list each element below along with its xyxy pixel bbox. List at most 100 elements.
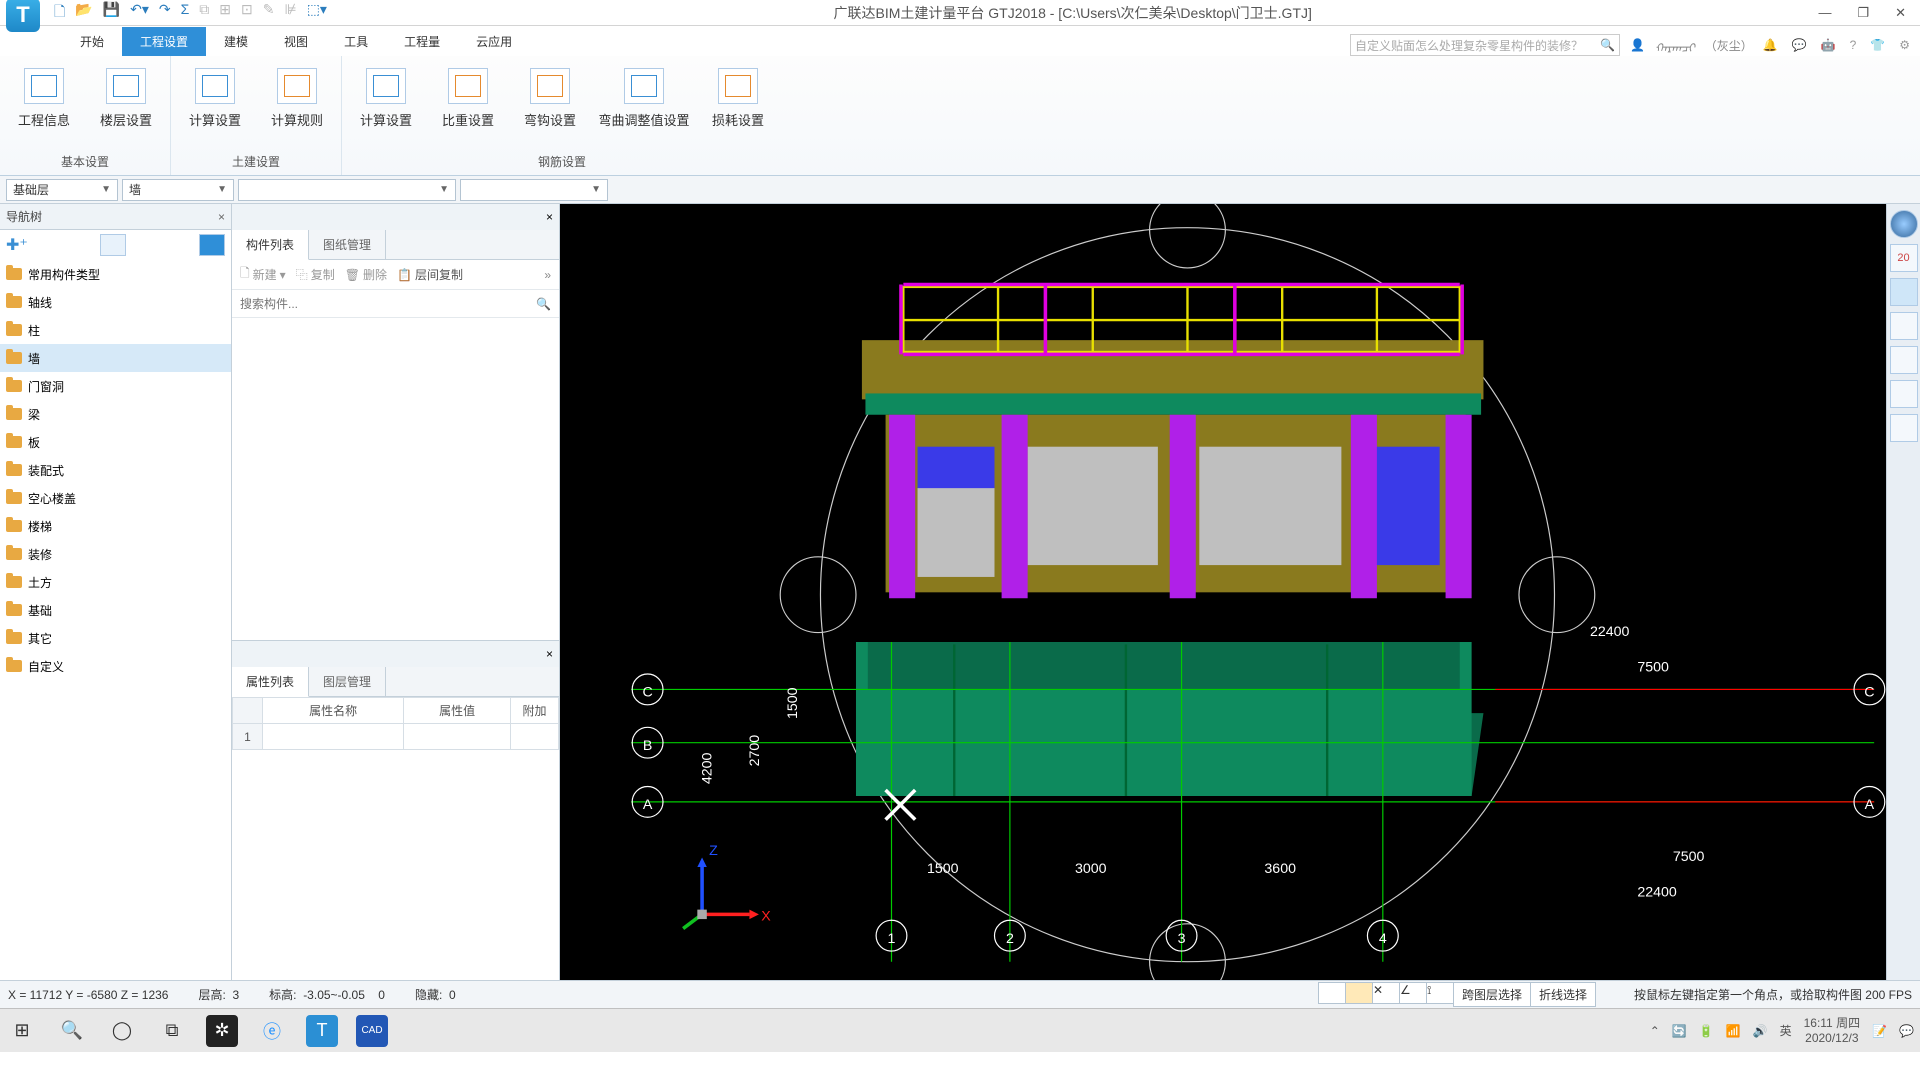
btn-hook-settings[interactable]: 弯钩设置 (512, 64, 588, 133)
more-icon[interactable]: » (544, 268, 551, 282)
rt-view-3d[interactable] (1890, 278, 1918, 306)
qat-undo-icon[interactable]: ↶▾ (130, 1, 149, 25)
cortana-icon[interactable]: ◯ (106, 1015, 138, 1047)
nav-tree[interactable]: 常用构件类型轴线柱墙门窗洞梁板装配式空心楼盖楼梯装修土方基础其它自定义 (0, 260, 231, 980)
close-icon[interactable]: ✕ (1895, 5, 1906, 21)
category-select[interactable]: 墙▼ (122, 179, 234, 201)
component-search-icon[interactable]: 🔍 (536, 297, 551, 311)
edge-icon[interactable]: ⓔ (256, 1015, 288, 1047)
tray-up-icon[interactable]: ⌃ (1650, 1024, 1660, 1038)
tree-item[interactable]: 土方 (0, 568, 231, 596)
minimize-icon[interactable]: — (1818, 5, 1831, 21)
taskview-icon[interactable]: ⧉ (156, 1015, 188, 1047)
tab-property-list[interactable]: 属性列表 (232, 667, 309, 697)
tray-volume-icon[interactable]: 🔊 (1753, 1024, 1768, 1038)
menu-tab-tool[interactable]: 工具 (326, 27, 386, 56)
sb-4[interactable]: ∠ (1399, 982, 1427, 1004)
tab-component-list[interactable]: 构件列表 (232, 230, 309, 260)
start-icon[interactable]: ⊞ (6, 1015, 38, 1047)
qat-new-icon[interactable]: 🗋 (54, 1, 65, 25)
property-close-icon[interactable]: × (546, 647, 553, 661)
btn-new[interactable]: 🗋新建 ▾ (240, 264, 286, 285)
btn-copy[interactable]: ⿻复制 (296, 266, 335, 283)
qat-misc2-icon[interactable]: ⊞ (219, 1, 231, 25)
rt-globe-icon[interactable] (1890, 210, 1918, 238)
tree-item[interactable]: 板 (0, 428, 231, 456)
tree-item[interactable]: 轴线 (0, 288, 231, 316)
menu-tab-model[interactable]: 建模 (206, 27, 266, 56)
btn-weight-settings[interactable]: 比重设置 (430, 64, 506, 133)
viewport-3d[interactable]: C B A C A 1 2 3 4 22400 7500 7500 22400 … (560, 204, 1886, 980)
user-avatar-icon[interactable]: 👤 (1630, 38, 1645, 52)
tray-wifi-icon[interactable]: 📶 (1726, 1024, 1741, 1038)
nav-close-icon[interactable]: × (218, 210, 225, 224)
btn-bend-adjust[interactable]: 弯曲调整值设置 (594, 64, 694, 133)
qat-misc3-icon[interactable]: ⊡ (241, 1, 253, 25)
tree-item[interactable]: 柱 (0, 316, 231, 344)
sb-5[interactable]: ⟟ (1426, 982, 1454, 1004)
btn-calc-settings-rebar[interactable]: 计算设置 (348, 64, 424, 133)
rt-tools[interactable] (1890, 414, 1918, 442)
quick-access-toolbar[interactable]: 🗋 📂 💾 ↶▾ ↷ Σ ⧉ ⊞ ⊡ ✎ ⊯ ⬚▾ (54, 1, 327, 25)
menu-tab-quantity[interactable]: 工程量 (386, 27, 458, 56)
taskbar[interactable]: ⊞ 🔍 ◯ ⧉ ✲ ⓔ T CAD ⌃ 🔄 🔋 📶 🔊 英 16:11 周四 2… (0, 1008, 1920, 1052)
tree-item[interactable]: 楼梯 (0, 512, 231, 540)
menu-tab-project[interactable]: 工程设置 (122, 27, 206, 56)
bell-icon[interactable]: 🔔 (1763, 38, 1778, 52)
tree-item[interactable]: 常用构件类型 (0, 260, 231, 288)
btn-project-info[interactable]: 工程信息 (6, 64, 82, 133)
component-search[interactable]: 🔍 (232, 290, 559, 318)
tray-sync-icon[interactable]: 🔄 (1672, 1024, 1687, 1038)
qat-misc5-icon[interactable]: ⊯ (285, 1, 297, 25)
qat-open-icon[interactable]: 📂 (75, 1, 92, 25)
nav-view-list[interactable] (100, 234, 126, 256)
qat-sum-icon[interactable]: Σ (181, 1, 190, 25)
search-icon[interactable]: 🔍 (1600, 38, 1615, 52)
property-table[interactable]: 属性名称属性值附加 1 (232, 697, 559, 750)
component-search-input[interactable] (240, 297, 536, 311)
tree-item[interactable]: 空心楼盖 (0, 484, 231, 512)
btn-calc-settings-civil[interactable]: 计算设置 (177, 64, 253, 133)
chat-icon[interactable]: 💬 (1792, 38, 1807, 52)
tree-item[interactable]: 其它 (0, 624, 231, 652)
tree-item[interactable]: 墙 (0, 344, 231, 372)
maximize-icon[interactable]: ❐ (1857, 5, 1869, 21)
qat-misc6-icon[interactable]: ⬚▾ (307, 1, 327, 25)
btn-delete[interactable]: 🗑删除 (345, 266, 387, 283)
sb-2[interactable] (1345, 982, 1373, 1004)
tray-notify-icon[interactable]: 💬 (1899, 1024, 1914, 1038)
qat-misc1-icon[interactable]: ⧉ (199, 1, 209, 25)
sb-3[interactable]: ✕ (1372, 982, 1400, 1004)
rt-view-cube[interactable] (1890, 312, 1918, 340)
qat-redo-icon[interactable]: ↷ (159, 1, 171, 25)
help-search[interactable]: 自定义贴面怎么处理复杂零星构件的装修？ 🔍 (1350, 34, 1620, 56)
settings-icon[interactable]: ⚙ (1899, 38, 1910, 52)
app-1-icon[interactable]: ✲ (206, 1015, 238, 1047)
menu-tab-view[interactable]: 视图 (266, 27, 326, 56)
qat-misc4-icon[interactable]: ✎ (263, 1, 275, 25)
search-task-icon[interactable]: 🔍 (56, 1015, 88, 1047)
sub-select-1[interactable]: ▼ (238, 179, 456, 201)
sb-polyline[interactable]: 折线选择 (1530, 982, 1596, 1007)
qat-save-icon[interactable]: 💾 (103, 1, 120, 25)
tree-item[interactable]: 梁 (0, 400, 231, 428)
nav-view-grid[interactable] (199, 234, 225, 256)
menu-tab-cloud[interactable]: 云应用 (458, 27, 530, 56)
tray-clock[interactable]: 16:11 周四 2020/12/3 (1804, 1016, 1861, 1045)
tray-ime[interactable]: 英 (1780, 1022, 1792, 1039)
sb-1[interactable] (1318, 982, 1346, 1004)
floor-select[interactable]: 基础层▼ (6, 179, 118, 201)
btn-loss-settings[interactable]: 损耗设置 (700, 64, 776, 133)
tray-battery-icon[interactable]: 🔋 (1699, 1024, 1714, 1038)
sub-select-2[interactable]: ▼ (460, 179, 608, 201)
btn-floor-copy[interactable]: 📋层间复制 (397, 266, 463, 283)
app-gtj-icon[interactable]: T (306, 1015, 338, 1047)
tree-item[interactable]: 门窗洞 (0, 372, 231, 400)
system-tray[interactable]: ⌃ 🔄 🔋 📶 🔊 英 16:11 周四 2020/12/3 📝 💬 (1650, 1016, 1914, 1045)
btn-floor-settings[interactable]: 楼层设置 (88, 64, 164, 133)
tab-layer-mgmt[interactable]: 图层管理 (309, 667, 386, 696)
table-row[interactable]: 1 (233, 724, 559, 750)
menu-tab-start[interactable]: 开始 (62, 27, 122, 56)
app-cad-icon[interactable]: CAD (356, 1015, 388, 1047)
component-close-icon[interactable]: × (546, 210, 553, 224)
